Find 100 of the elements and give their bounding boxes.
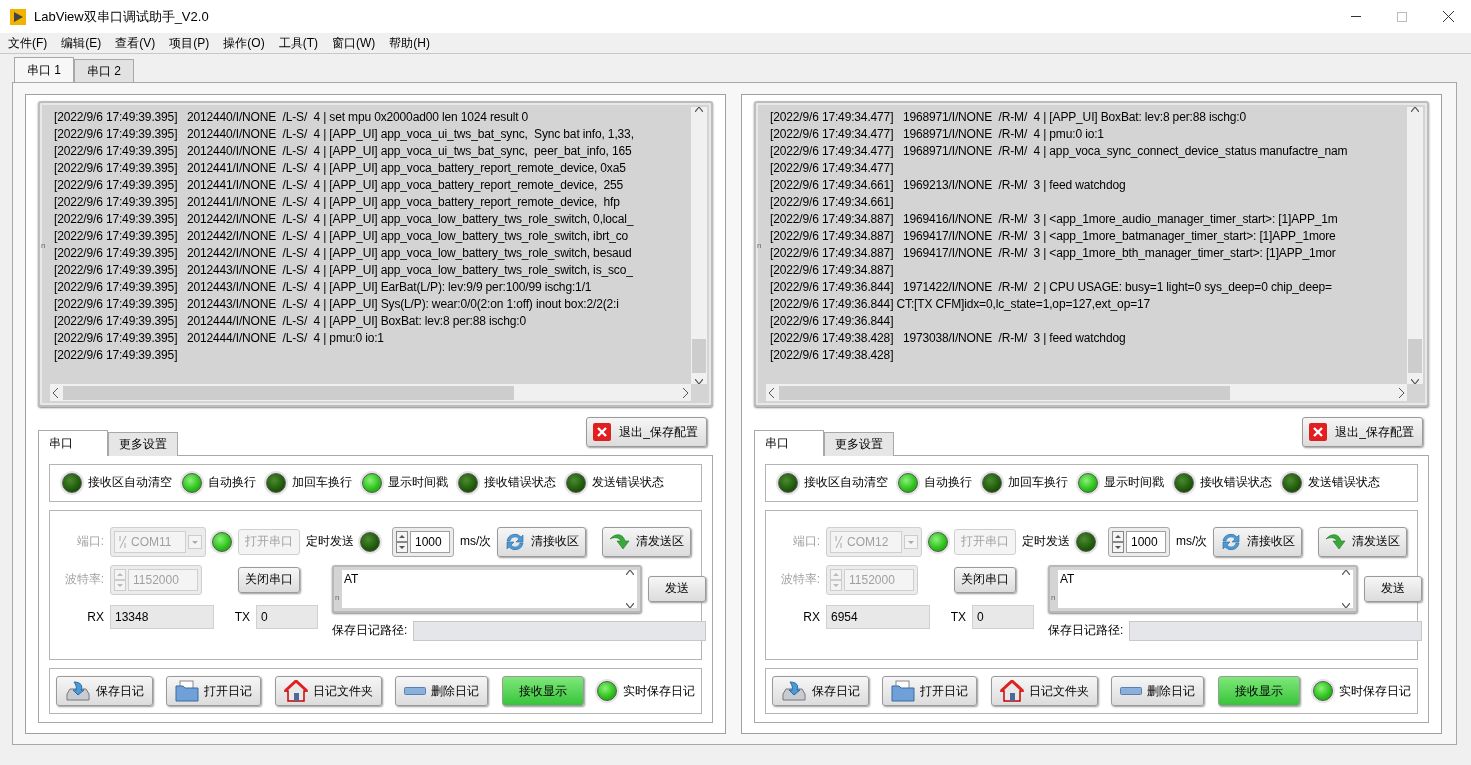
send-box[interactable]: n AT [332, 564, 642, 613]
indicator-led[interactable] [182, 472, 202, 493]
scroll-up-icon[interactable] [695, 107, 703, 112]
log-button[interactable]: 日记文件夹 [274, 676, 382, 707]
send-button[interactable]: 发送 [1364, 575, 1422, 602]
horizontal-scrollbar[interactable] [766, 384, 1407, 401]
scroll-up-icon[interactable] [1411, 107, 1419, 112]
menu-item[interactable]: 操作(O) [223, 34, 265, 52]
close-icon [593, 423, 612, 441]
send-button[interactable]: 发送 [648, 575, 706, 602]
scroll-left-icon[interactable] [53, 387, 59, 398]
indicator-label: 显示时间戳 [1104, 474, 1164, 492]
log-line: [2022/9/6 17:49:36.844] [770, 313, 895, 330]
menu-item[interactable]: 窗口(W) [332, 34, 376, 52]
refresh-icon [504, 531, 527, 552]
scroll-right-icon[interactable] [1398, 387, 1404, 398]
log-path-field[interactable] [413, 620, 706, 641]
log-line: [2022/9/6 17:49:34.661] [770, 194, 895, 211]
log-line: [2022/9/6 17:49:34.887] [770, 262, 895, 279]
port-label: 端口: [75, 533, 104, 551]
close-icon[interactable] [1442, 11, 1454, 22]
indicator-led[interactable] [898, 472, 918, 493]
timer-led[interactable] [360, 531, 380, 552]
exit-save-button[interactable]: 退出_保存配置 [586, 417, 707, 447]
settings-tab[interactable]: 更多设置 [108, 432, 178, 456]
scroll-thumb[interactable] [63, 385, 514, 400]
interval-field[interactable]: 1000 [1126, 530, 1166, 553]
indicator-led[interactable] [62, 472, 82, 493]
menu-item[interactable]: 帮助(H) [389, 34, 430, 52]
interval-field[interactable]: 1000 [410, 530, 450, 553]
port-tab[interactable]: 串口 1 [14, 57, 74, 83]
log-path-field[interactable] [1129, 620, 1422, 641]
log-line: [2022/9/6 17:49:34.477] 1968971/I/NONE /R-M/ 4 | app_voca_sync_connect_device_status manufactre_nam [770, 143, 1349, 160]
log-marker: n [756, 241, 763, 250]
log-line: [2022/9/6 17:49:38.428] [770, 347, 895, 364]
timer-led[interactable] [1076, 531, 1096, 552]
indicator-led[interactable] [778, 472, 798, 493]
scroll-down-icon[interactable] [695, 379, 703, 384]
exit-save-button[interactable]: 退出_保存配置 [1302, 417, 1423, 447]
indicator-label: 显示时间戳 [388, 474, 448, 492]
receive-display-toggle[interactable]: 接收显示 [1217, 676, 1300, 707]
indicator-led[interactable] [458, 472, 478, 493]
log-button[interactable]: 删除日记 [395, 676, 489, 707]
horizontal-scrollbar[interactable] [50, 384, 691, 401]
scroll-thumb[interactable] [779, 385, 1230, 400]
indicator-led[interactable] [266, 472, 286, 493]
log-button[interactable]: 日记文件夹 [990, 676, 1098, 707]
minus-icon [404, 687, 427, 696]
scroll-thumb[interactable] [1408, 339, 1422, 373]
close-port-button[interactable]: 关闭串口 [954, 566, 1016, 593]
indicator-led[interactable] [1174, 472, 1194, 493]
log-button[interactable]: 删除日记 [1111, 676, 1205, 707]
realtime-save-led[interactable] [596, 681, 617, 702]
scroll-up-icon[interactable] [626, 569, 634, 575]
clear-receive-button[interactable]: 清接收区 [1213, 526, 1303, 557]
scroll-down-icon[interactable] [1342, 602, 1350, 608]
scroll-thumb[interactable] [692, 339, 706, 373]
house-icon [283, 680, 308, 703]
indicator-led[interactable] [982, 472, 1002, 493]
vertical-scrollbar[interactable] [691, 107, 707, 384]
spin-arrows-icon[interactable] [396, 530, 408, 553]
tx-count: 0 [256, 604, 318, 629]
log-button[interactable]: 打开日记 [166, 676, 262, 707]
log-button[interactable]: 保存日记 [56, 676, 153, 707]
close-port-button[interactable]: 关闭串口 [238, 566, 300, 593]
indicator-led[interactable] [1078, 472, 1098, 493]
menu-item[interactable]: 工具(T) [278, 34, 318, 52]
scroll-down-icon[interactable] [1411, 379, 1419, 384]
indicator-led[interactable] [1282, 472, 1302, 493]
vertical-scrollbar[interactable] [1407, 107, 1423, 384]
curved-arrow-icon [1325, 532, 1347, 551]
menu-item[interactable]: 文件(F) [8, 34, 48, 52]
scroll-right-icon[interactable] [682, 387, 688, 398]
log-button[interactable]: 打开日记 [882, 676, 978, 707]
spin-arrows-icon[interactable] [1112, 530, 1124, 553]
clear-receive-button[interactable]: 清接收区 [497, 526, 587, 557]
port-tab[interactable]: 串口 2 [74, 59, 135, 82]
log-line: [2022/9/6 17:49:39.395] 2012441/I/NONE /L-S/ 4 | [APP_UI] app_voca_battery_report_remote_device, 0xa5 [54, 160, 627, 177]
log-line: [2022/9/6 17:49:39.395] [54, 347, 179, 364]
baud-label: 波特率: [779, 571, 820, 589]
indicator-led[interactable] [566, 472, 586, 493]
indicator-led[interactable] [362, 472, 382, 493]
clear-send-button[interactable]: 清发送区 [602, 526, 691, 557]
scroll-up-icon[interactable] [1342, 569, 1350, 575]
menu-item[interactable]: 查看(V) [115, 34, 156, 52]
realtime-save-led[interactable] [1312, 681, 1333, 702]
receive-display-toggle[interactable]: 接收显示 [501, 676, 584, 707]
menu-item[interactable]: 项目(P) [169, 34, 210, 52]
settings-tab[interactable]: 串口 [38, 430, 108, 456]
app-logo-icon [10, 8, 26, 25]
send-text: AT [1058, 569, 1339, 608]
indicator-label: 加回车换行 [292, 474, 352, 492]
clear-send-button[interactable]: 清发送区 [1318, 526, 1407, 557]
menu-item[interactable]: 编辑(E) [61, 34, 102, 52]
settings-tab[interactable]: 更多设置 [824, 432, 894, 456]
settings-tab[interactable]: 串口 [754, 430, 824, 456]
send-box[interactable]: n AT [1048, 564, 1358, 613]
log-button[interactable]: 保存日记 [772, 676, 869, 707]
scroll-left-icon[interactable] [769, 387, 775, 398]
scroll-down-icon[interactable] [626, 602, 634, 608]
